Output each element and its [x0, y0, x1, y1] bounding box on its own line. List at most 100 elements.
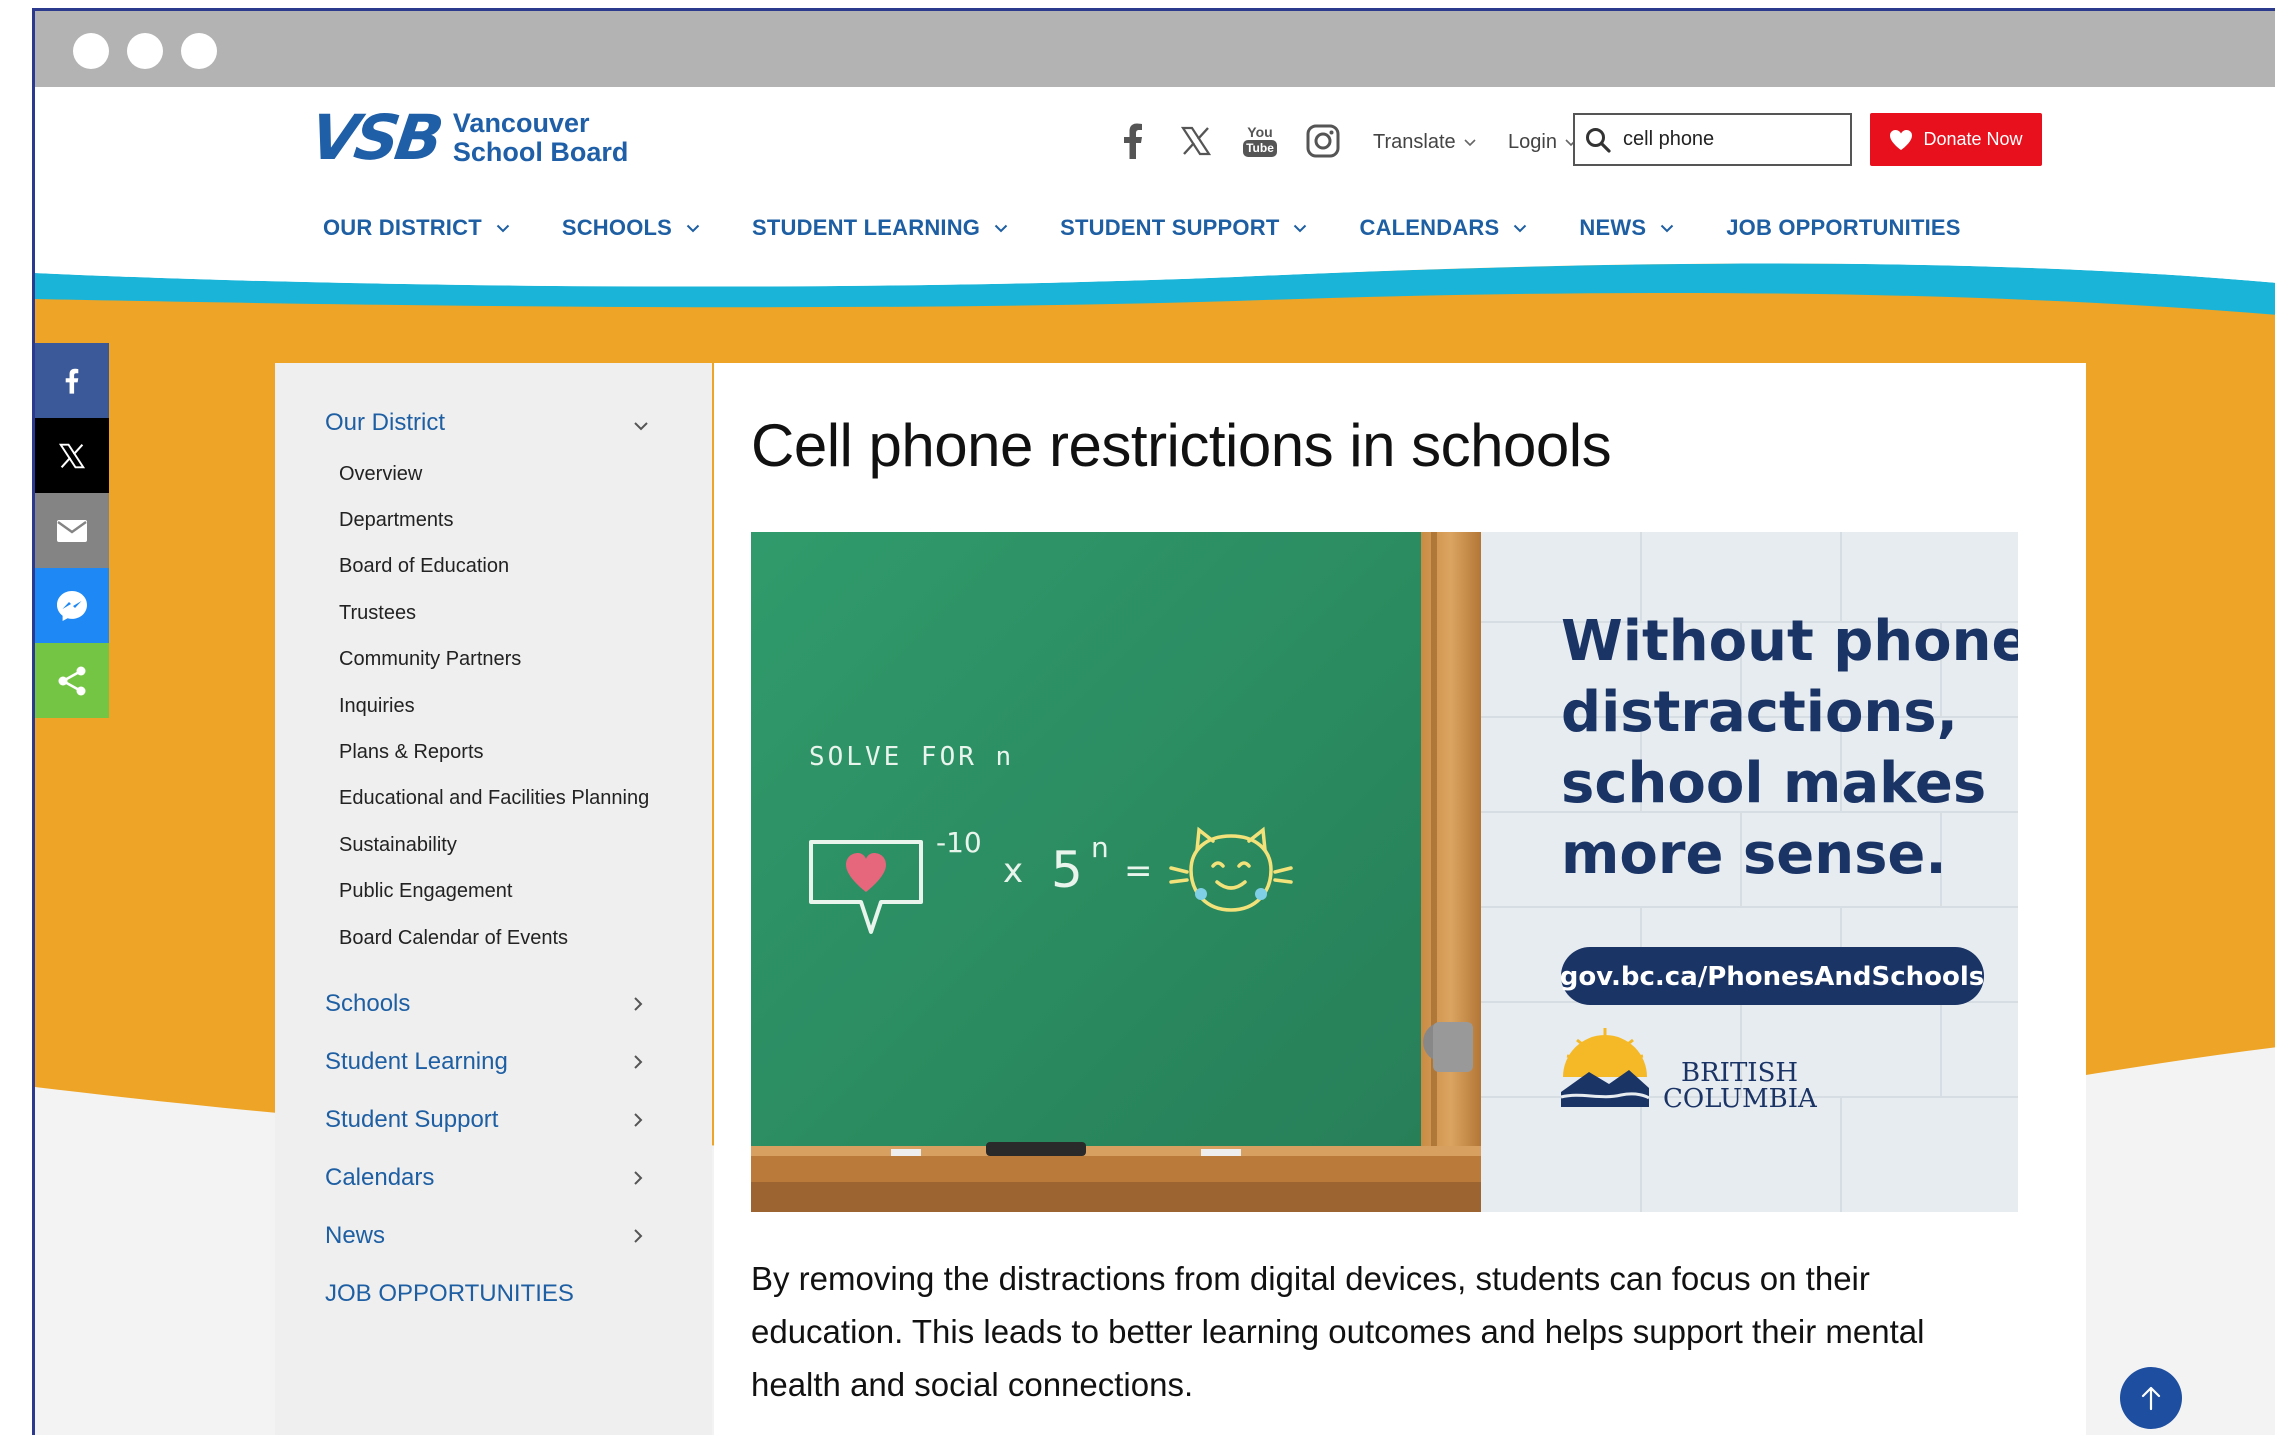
sidebar-subitem-inquiries[interactable]: Inquiries	[339, 695, 415, 718]
share-messenger-button[interactable]	[35, 568, 109, 643]
sidebar-item-student-learning[interactable]: Student Learning	[325, 1048, 508, 1076]
nav-student-support[interactable]: STUDENT SUPPORT	[1060, 215, 1307, 241]
login-label: Login	[1508, 131, 1557, 153]
sidebar-subitem-board-calendar[interactable]: Board Calendar of Events	[339, 927, 568, 950]
main-content: Cell phone restrictions in schools SOLVE…	[714, 363, 2086, 1435]
sidebar-item-calendars[interactable]: Calendars	[325, 1164, 434, 1192]
nav-label: CALENDARS	[1359, 215, 1500, 240]
chevron-down-icon	[1514, 224, 1527, 232]
chalk-five: 5	[1051, 841, 1083, 899]
chevron-right-icon[interactable]	[633, 996, 643, 1012]
email-icon	[57, 519, 87, 542]
chevron-right-icon[interactable]	[633, 1228, 643, 1244]
search-box[interactable]	[1573, 113, 1852, 166]
youtube-text-bottom: Tube	[1243, 140, 1277, 157]
sidebar-nav: Our District Overview Departments Board …	[275, 363, 712, 1435]
sidebar-item-schools[interactable]: Schools	[325, 990, 410, 1018]
header-x-link[interactable]	[1181, 119, 1211, 163]
window-titlebar	[35, 11, 2275, 87]
window-minimize-dot[interactable]	[127, 33, 163, 69]
login-menu[interactable]: Login	[1508, 131, 1577, 154]
sidebar-subitem-sustainability[interactable]: Sustainability	[339, 834, 457, 857]
nav-label: STUDENT LEARNING	[752, 215, 981, 240]
chalk-equals: =	[1124, 851, 1153, 891]
donate-label: Donate Now	[1923, 129, 2023, 149]
messenger-icon	[57, 590, 87, 621]
back-to-top-button[interactable]	[2120, 1367, 2182, 1429]
sidebar-item-label: Our District	[325, 409, 445, 436]
window-maximize-dot[interactable]	[181, 33, 217, 69]
logo-text: Vancouver School Board	[453, 109, 629, 167]
chevron-down-icon	[994, 224, 1008, 232]
chevron-down-icon	[496, 224, 510, 232]
translate-menu[interactable]: Translate	[1373, 131, 1476, 154]
translate-label: Translate	[1373, 131, 1456, 153]
nav-student-learning[interactable]: STUDENT LEARNING	[752, 215, 1008, 241]
chalk-times: x	[1003, 851, 1023, 891]
facebook-icon	[65, 368, 79, 394]
hero-headline-4: more sense.	[1561, 822, 1947, 887]
chevron-down-icon	[1661, 224, 1674, 232]
facebook-icon	[1124, 123, 1142, 159]
logo-line2: School Board	[452, 137, 629, 167]
vsb-logo[interactable]: VSB Vancouver School Board	[306, 101, 629, 174]
youtube-text-top: You	[1247, 124, 1273, 140]
sidebar-item-student-support[interactable]: Student Support	[325, 1106, 498, 1134]
chevron-down-icon	[1294, 224, 1307, 232]
window-close-dot[interactable]	[73, 33, 109, 69]
donate-button[interactable]: Donate Now	[1870, 113, 2042, 166]
hero-image: SOLVE FOR n -10 x 5 n = Without phone di…	[751, 532, 2018, 1212]
chevron-down-icon	[1464, 138, 1476, 146]
main-nav: OUR DISTRICT SCHOOLS STUDENT LEARNING ST…	[323, 215, 2013, 241]
browser-window: VSB Vancouver School Board You Tube Tran…	[32, 8, 2275, 1435]
chevron-right-icon[interactable]	[633, 1112, 643, 1128]
header-youtube-link[interactable]: You Tube	[1243, 119, 1277, 163]
sidebar-item-job-opportunities[interactable]: JOB OPPORTUNITIES	[325, 1280, 574, 1308]
nav-our-district[interactable]: OUR DISTRICT	[323, 215, 510, 241]
header-instagram-link[interactable]	[1306, 119, 1340, 163]
page-title: Cell phone restrictions in schools	[751, 412, 1612, 479]
chevron-down-icon[interactable]	[633, 421, 649, 431]
nav-label: JOB OPPORTUNITIES	[1726, 215, 1961, 240]
chalk-solve-for: SOLVE FOR n	[809, 742, 1014, 772]
bc-logo-line2: COLUMBIA	[1663, 1084, 1818, 1114]
sidebar-item-news[interactable]: News	[325, 1222, 385, 1250]
share-bar	[35, 343, 109, 718]
nav-calendars[interactable]: CALENDARS	[1359, 215, 1527, 241]
nav-label: NEWS	[1579, 215, 1647, 240]
sidebar-subitem-departments[interactable]: Departments	[339, 509, 454, 532]
sidebar-subitem-overview[interactable]: Overview	[339, 463, 422, 486]
chalk-n: n	[1091, 831, 1109, 864]
nav-label: OUR DISTRICT	[323, 215, 482, 240]
chevron-right-icon[interactable]	[633, 1054, 643, 1070]
share-x-button[interactable]	[35, 418, 109, 493]
intro-paragraph: By removing the distractions from digita…	[751, 1260, 1925, 1403]
header-facebook-link[interactable]	[1123, 119, 1143, 163]
x-icon	[1181, 126, 1211, 156]
nav-label: STUDENT SUPPORT	[1060, 215, 1280, 240]
chevron-right-icon[interactable]	[633, 1170, 643, 1186]
nav-job-opportunities[interactable]: JOB OPPORTUNITIES	[1726, 215, 1960, 241]
logo-line1: Vancouver	[452, 108, 590, 138]
share-icon	[58, 666, 86, 695]
sidebar-subitem-community-partners[interactable]: Community Partners	[339, 648, 521, 671]
hero-headline-3: school makes	[1561, 751, 1986, 816]
chalk-exponent: -10	[936, 826, 982, 859]
arrow-up-icon	[2141, 1386, 2161, 1411]
share-facebook-button[interactable]	[35, 343, 109, 418]
search-icon[interactable]	[1585, 127, 1611, 153]
share-more-button[interactable]	[35, 643, 109, 718]
sidebar-subitem-board-of-education[interactable]: Board of Education	[339, 555, 509, 578]
share-email-button[interactable]	[35, 493, 109, 568]
nav-news[interactable]: NEWS	[1579, 215, 1674, 241]
nav-label: SCHOOLS	[561, 215, 673, 240]
search-input[interactable]	[1621, 127, 1825, 152]
sidebar-item-our-district[interactable]: Our District	[325, 409, 445, 437]
sidebar-subitem-facilities-planning[interactable]: Educational and Facilities Planning	[339, 787, 649, 810]
nav-schools[interactable]: SCHOOLS	[562, 215, 700, 241]
sidebar-subitem-plans-reports[interactable]: Plans & Reports	[339, 741, 484, 764]
sidebar-subitem-public-engagement[interactable]: Public Engagement	[339, 880, 512, 903]
sidebar-subitem-trustees[interactable]: Trustees	[339, 602, 416, 625]
hero-headline-1: Without phone	[1561, 609, 2018, 674]
instagram-icon	[1306, 124, 1340, 158]
